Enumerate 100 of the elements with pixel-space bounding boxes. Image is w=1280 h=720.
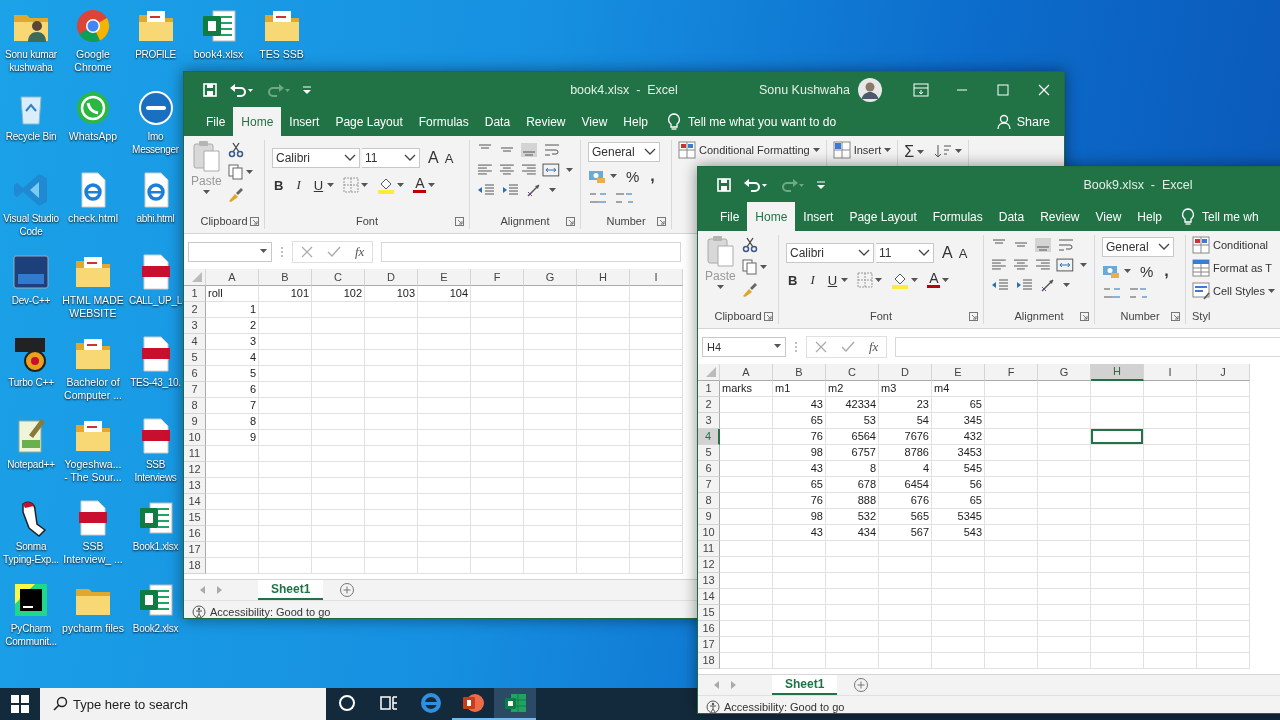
selected-cell[interactable]	[1091, 429, 1144, 445]
table-cell[interactable]	[1091, 461, 1144, 477]
table-cell[interactable]	[1197, 413, 1250, 429]
column-header[interactable]: E	[418, 269, 471, 286]
row-header[interactable]: 11	[184, 446, 206, 462]
insert-cells-button[interactable]: Insert	[832, 141, 892, 159]
grow-font-button[interactable]: A	[426, 149, 441, 167]
table-cell[interactable]	[720, 493, 773, 509]
column-header[interactable]: B	[259, 269, 312, 286]
row-header[interactable]: 16	[698, 621, 720, 637]
table-cell[interactable]	[312, 510, 365, 526]
search-field[interactable]: Type here to search	[40, 688, 326, 720]
table-cell[interactable]	[630, 350, 683, 366]
row-header[interactable]: 3	[698, 413, 720, 429]
table-cell[interactable]	[259, 462, 312, 478]
table-cell[interactable]	[879, 573, 932, 589]
table-cell[interactable]	[259, 510, 312, 526]
cancel-icon[interactable]	[815, 340, 827, 353]
column-header[interactable]: J	[1197, 364, 1250, 381]
row-header[interactable]: 13	[698, 573, 720, 589]
table-cell[interactable]	[773, 653, 826, 669]
row-header[interactable]: 6	[698, 461, 720, 477]
table-cell[interactable]	[985, 477, 1038, 493]
row-header[interactable]: 4	[184, 334, 206, 350]
dialog-launcher-icon[interactable]	[657, 217, 666, 226]
table-cell[interactable]	[630, 494, 683, 510]
table-cell[interactable]	[1091, 509, 1144, 525]
table-cell[interactable]	[418, 366, 471, 382]
table-cell[interactable]	[524, 366, 577, 382]
row-header[interactable]: 18	[698, 653, 720, 669]
table-cell[interactable]	[826, 621, 879, 637]
table-cell[interactable]	[1144, 525, 1197, 541]
row-header[interactable]: 16	[184, 526, 206, 542]
table-cell[interactable]	[630, 446, 683, 462]
ribbon-tab[interactable]: Page Layout	[841, 202, 925, 231]
table-cell[interactable]	[1038, 397, 1091, 413]
table-cell[interactable]	[773, 605, 826, 621]
column-header[interactable]: F	[985, 364, 1038, 381]
table-cell[interactable]	[985, 493, 1038, 509]
table-cell[interactable]	[985, 621, 1038, 637]
table-cell[interactable]	[577, 494, 630, 510]
table-cell[interactable]	[418, 558, 471, 574]
merge-center-icon[interactable]	[542, 163, 560, 177]
table-cell[interactable]	[630, 558, 683, 574]
row-header[interactable]: 1	[184, 286, 206, 302]
table-cell[interactable]: 545	[932, 461, 985, 477]
table-cell[interactable]	[720, 605, 773, 621]
percent-button[interactable]: %	[624, 167, 642, 185]
select-all-icon[interactable]	[705, 366, 717, 378]
table-cell[interactable]	[932, 653, 985, 669]
fill-color-icon[interactable]	[891, 271, 910, 289]
table-cell[interactable]: 56	[932, 477, 985, 493]
dialog-launcher-icon[interactable]	[969, 312, 978, 321]
table-cell[interactable]	[1144, 477, 1197, 493]
table-cell[interactable]	[1091, 621, 1144, 637]
ribbon-tab[interactable]: Insert	[795, 202, 842, 231]
align-right-icon[interactable]	[520, 163, 537, 177]
table-cell[interactable]	[1091, 605, 1144, 621]
table-cell[interactable]: 5	[206, 366, 259, 382]
row-header[interactable]: 5	[184, 350, 206, 366]
enter-icon[interactable]	[841, 340, 855, 353]
table-cell[interactable]	[879, 589, 932, 605]
table-cell[interactable]	[524, 302, 577, 318]
table-cell[interactable]	[826, 605, 879, 621]
add-sheet-icon[interactable]	[339, 582, 356, 598]
table-cell[interactable]	[985, 605, 1038, 621]
table-cell[interactable]: 103	[365, 286, 418, 302]
table-cell[interactable]	[630, 286, 683, 302]
row-header[interactable]: 15	[698, 605, 720, 621]
column-header[interactable]: A	[206, 269, 259, 286]
save-icon[interactable]	[202, 81, 218, 98]
table-cell[interactable]	[259, 382, 312, 398]
table-cell[interactable]: 43	[773, 461, 826, 477]
table-cell[interactable]: m3	[879, 381, 932, 397]
table-cell[interactable]	[365, 510, 418, 526]
decrease-decimal-icon[interactable]	[614, 190, 634, 206]
font-color-button[interactable]: A	[413, 177, 427, 193]
table-cell[interactable]	[418, 510, 471, 526]
table-cell[interactable]	[630, 302, 683, 318]
table-cell[interactable]	[630, 462, 683, 478]
table-cell[interactable]	[471, 430, 524, 446]
table-cell[interactable]	[365, 446, 418, 462]
table-cell[interactable]	[471, 286, 524, 302]
table-cell[interactable]	[1091, 557, 1144, 573]
tell-me-search[interactable]: Tell me wh	[1170, 202, 1259, 231]
row-header[interactable]: 7	[698, 477, 720, 493]
cell-styles-button[interactable]: Cell Styles	[1192, 282, 1275, 300]
table-cell[interactable]	[418, 494, 471, 510]
table-cell[interactable]	[985, 653, 1038, 669]
table-cell[interactable]	[879, 557, 932, 573]
table-cell[interactable]	[471, 478, 524, 494]
table-cell[interactable]	[1197, 637, 1250, 653]
table-cell[interactable]: 888	[826, 493, 879, 509]
table-cell[interactable]	[932, 573, 985, 589]
table-cell[interactable]	[577, 382, 630, 398]
row-header[interactable]: 5	[698, 445, 720, 461]
previous-sheet-icon[interactable]	[714, 681, 720, 689]
table-cell[interactable]	[471, 398, 524, 414]
table-cell[interactable]	[259, 350, 312, 366]
table-cell[interactable]	[985, 541, 1038, 557]
